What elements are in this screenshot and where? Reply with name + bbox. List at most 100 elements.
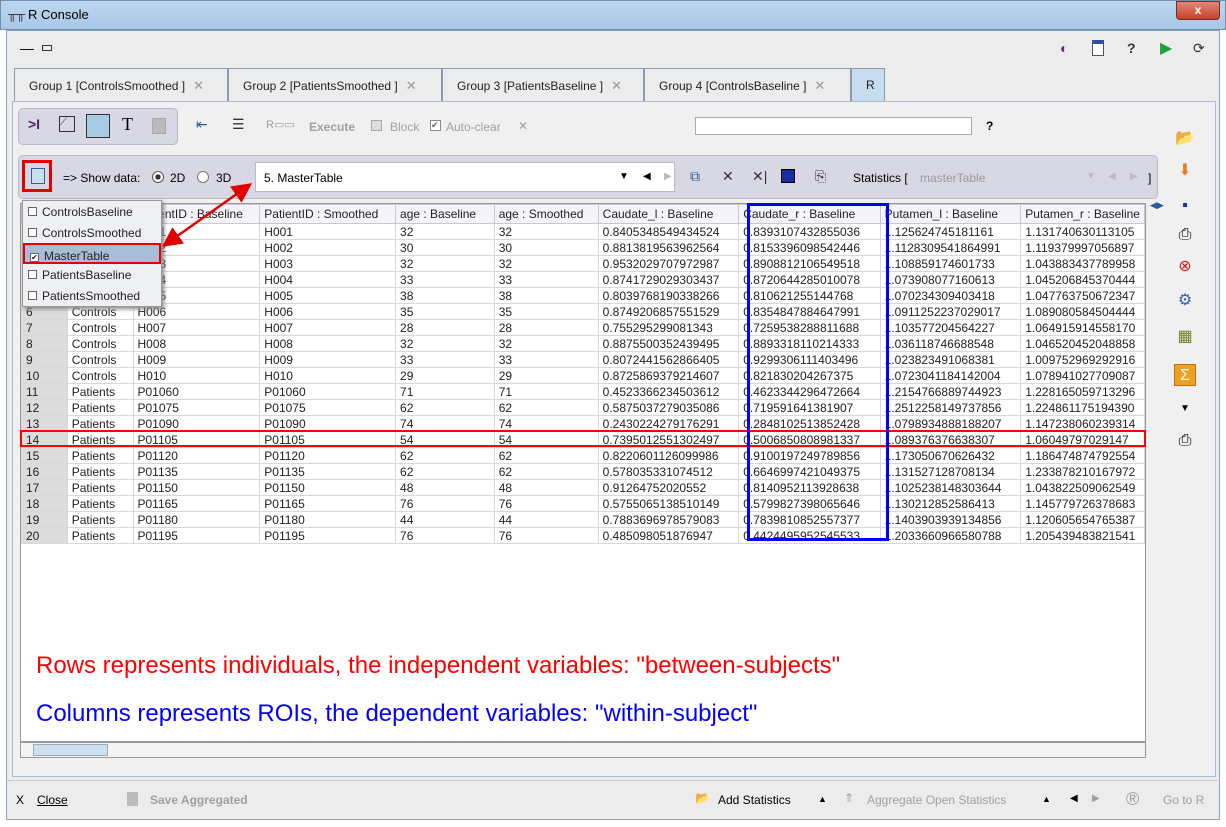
table-cell[interactable]: P01150 xyxy=(132,479,261,496)
table-row[interactable]: 7 Controls H007 H007 28 28 0.755295299081343 0.… xyxy=(21,319,1145,336)
table-cell[interactable]: H007 xyxy=(259,319,397,336)
table-cell[interactable]: 30 xyxy=(395,239,495,256)
table-cell[interactable]: 0.91264752020552 xyxy=(597,479,740,496)
copy-icon[interactable]: ⧉ xyxy=(690,168,700,185)
search-input[interactable] xyxy=(695,117,972,135)
table-cell[interactable]: 1.078941027709087 xyxy=(1020,367,1145,384)
table-cell[interactable]: 32 xyxy=(395,255,495,272)
table-cell[interactable]: P01165 xyxy=(259,495,397,512)
table-cell[interactable]: 62 xyxy=(493,399,599,416)
table-row[interactable]: 2ControlsH002H00230300.88138195639625640… xyxy=(21,239,1145,256)
table-cell[interactable]: P01195 xyxy=(132,527,261,544)
row-number[interactable]: 10 xyxy=(21,367,68,384)
table-cell[interactable]: 0.8039768190338266 xyxy=(597,287,740,304)
statistics-chevron-icon[interactable]: ▼ xyxy=(1086,171,1096,182)
load-icon[interactable]: ⬇ xyxy=(1174,160,1196,182)
text-icon[interactable]: T xyxy=(122,114,133,135)
table-cell[interactable]: 62 xyxy=(395,463,495,480)
table-row[interactable]: 10 Controls H010 H010 29 29 0.8725869379214607… xyxy=(21,367,1145,384)
table-cell[interactable]: 32 xyxy=(493,223,599,240)
auto-clear-checkbox[interactable]: ✔ xyxy=(430,120,441,131)
table-cell[interactable]: H007 xyxy=(132,319,261,336)
export-icon[interactable]: ⎘ xyxy=(815,168,826,185)
table-row[interactable]: 19 Patients P01180 P01180 44 44 0.788369697857… xyxy=(21,511,1145,528)
table-cell[interactable]: H010 xyxy=(132,367,261,384)
table-cell[interactable]: 0.485098051876947 xyxy=(597,527,740,544)
search-help-icon[interactable]: ? xyxy=(986,119,993,133)
table-cell[interactable]: H001 xyxy=(259,223,397,240)
table-cell[interactable]: 1.119379997056897 xyxy=(1020,239,1145,256)
table-cell[interactable]: P01060 xyxy=(259,383,397,400)
table-cell[interactable]: H008 xyxy=(132,335,261,352)
table-cell[interactable]: 1.1403903939134856 xyxy=(879,511,1022,528)
table-cell[interactable]: H010 xyxy=(259,367,397,384)
column-header[interactable]: PatientID : Smoothed xyxy=(259,204,397,224)
table-cell[interactable]: P01120 xyxy=(259,447,397,464)
table-row[interactable]: 8 Controls H008 H008 32 32 0.8875500352439495 0… xyxy=(21,335,1145,352)
table-cell[interactable]: Controls xyxy=(66,367,134,384)
row-number[interactable]: 18 xyxy=(21,495,68,512)
table-cell[interactable]: 0.8875500352439495 xyxy=(597,335,740,352)
table-cell[interactable]: 62 xyxy=(493,447,599,464)
table-cell[interactable]: 38 xyxy=(493,287,599,304)
row-number[interactable]: 15 xyxy=(21,447,68,464)
data-table[interactable]: PatientID : Baseline PatientID : Smoothed… xyxy=(20,203,1146,742)
table-cell[interactable]: Controls xyxy=(66,335,134,352)
table-cell[interactable]: 62 xyxy=(493,463,599,480)
table-cell[interactable]: 1.046520452048858 xyxy=(1020,335,1145,352)
table-cell[interactable]: 1.073908077160613 xyxy=(879,271,1022,288)
table-cell[interactable]: 0.755295299081343 xyxy=(597,319,740,336)
table-cell[interactable]: 1.108859174601733 xyxy=(879,255,1022,272)
popup-item[interactable]: ControlsSmoothed xyxy=(23,222,161,243)
table-cell[interactable]: 0.5755065138510149 xyxy=(597,495,740,512)
table-row[interactable]: 16 Patients P01135 P01135 62 62 0.578035331074… xyxy=(21,463,1145,480)
column-header[interactable]: Caudate_l : Baseline xyxy=(597,204,740,224)
list-icon[interactable]: ☰ xyxy=(232,116,245,133)
table-cell[interactable]: 32 xyxy=(493,335,599,352)
show-data-button[interactable] xyxy=(22,160,52,192)
table-cell[interactable]: 44 xyxy=(395,511,495,528)
scrollbar-thumb[interactable] xyxy=(33,744,108,756)
table-cell[interactable]: Controls xyxy=(66,351,134,368)
table-cell[interactable]: 29 xyxy=(493,367,599,384)
table-cell[interactable]: 32 xyxy=(493,255,599,272)
table-cell[interactable]: 1.173050670626432 xyxy=(879,447,1022,464)
table-cell[interactable]: 1.2512258149737856 xyxy=(879,399,1022,416)
table-cell[interactable]: 28 xyxy=(493,319,599,336)
checkbox[interactable]: ✔ xyxy=(30,253,39,262)
next-icon[interactable]: ▶ xyxy=(1092,793,1100,804)
table-cell[interactable]: 1.064915914558170 xyxy=(1020,319,1145,336)
document-icon[interactable] xyxy=(1092,40,1104,56)
row-number[interactable]: 8 xyxy=(21,335,68,352)
window-close-button[interactable]: x xyxy=(1176,1,1220,20)
table-cell[interactable]: 48 xyxy=(395,479,495,496)
statistics-next-icon[interactable]: ▶ xyxy=(1130,171,1138,182)
table-cell[interactable]: 71 xyxy=(395,383,495,400)
table-cell[interactable]: 0.8220601126099986 xyxy=(597,447,740,464)
row-number[interactable]: 12 xyxy=(21,399,68,416)
table-cell[interactable]: 1.043883437789958 xyxy=(1020,255,1145,272)
close-button[interactable]: Close xyxy=(37,793,68,807)
column-header[interactable]: age : Baseline xyxy=(395,204,495,224)
table-cell[interactable]: 1.2033660966580788 xyxy=(879,527,1022,544)
table-cell[interactable]: 1.125624745181161 xyxy=(879,223,1022,240)
row-number[interactable]: 19 xyxy=(21,511,68,528)
table-cell[interactable]: 1.1025238148303644 xyxy=(879,479,1022,496)
plugin-icon[interactable]: ⚙ xyxy=(1174,290,1196,312)
table-cell[interactable]: 1.186474874792554 xyxy=(1020,447,1145,464)
close-tab-icon[interactable]: ✕ xyxy=(406,78,417,93)
import-icon[interactable]: ⇤ xyxy=(196,116,208,133)
prev-icon[interactable]: ◀ xyxy=(643,171,651,182)
column-header[interactable]: Putamen_l : Baseline xyxy=(879,204,1022,224)
table-cell[interactable]: P01135 xyxy=(259,463,397,480)
table-cell[interactable]: 62 xyxy=(395,447,495,464)
plot-icon[interactable]: ⟋ xyxy=(59,116,75,132)
row-number[interactable]: 9 xyxy=(21,351,68,368)
table-cell[interactable]: P01180 xyxy=(132,511,261,528)
table-cell[interactable]: 32 xyxy=(395,223,495,240)
table-cell[interactable]: 35 xyxy=(395,303,495,320)
table-cell[interactable]: 1.009752969292916 xyxy=(1020,351,1145,368)
help-icon[interactable]: ? xyxy=(1127,40,1136,56)
close-tab-icon[interactable]: ✕ xyxy=(611,78,622,93)
table-cell[interactable]: 0.8749206857551529 xyxy=(597,303,740,320)
